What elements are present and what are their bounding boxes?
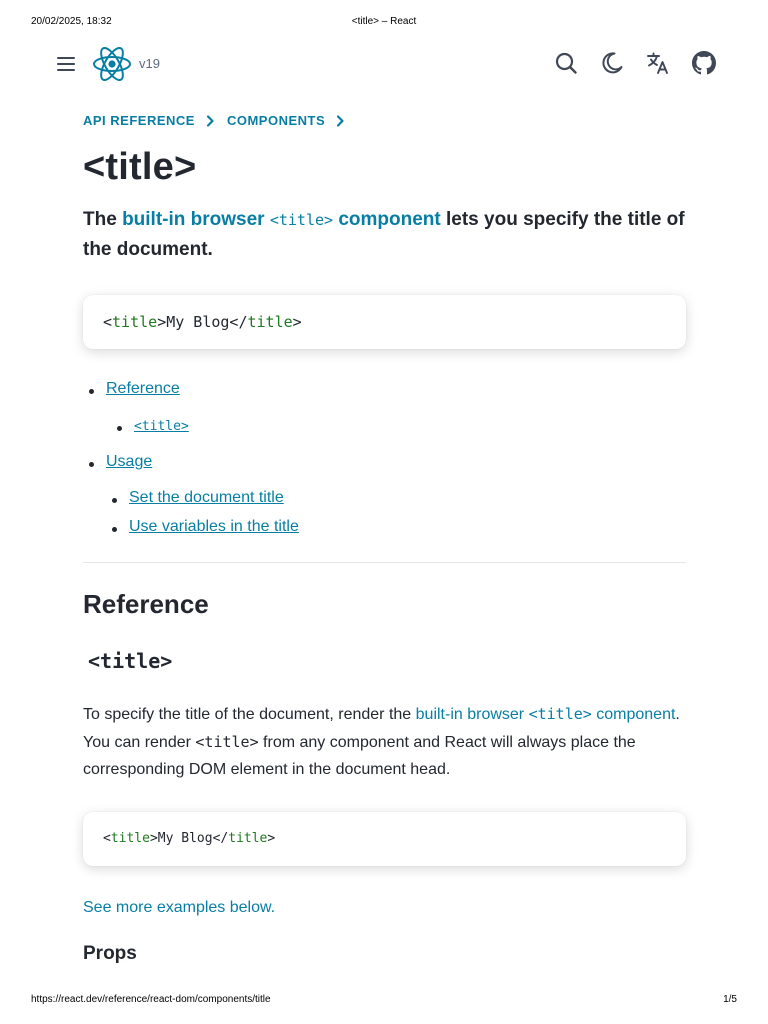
code-content: >My Blog</ (157, 313, 248, 331)
intro-link-text-1: built-in browser (122, 209, 265, 230)
intro-link-text-2: component (338, 209, 441, 230)
toc-link-set-document-title[interactable]: Set the document title (112, 489, 284, 507)
nav-icon-group (554, 51, 716, 77)
code-block[interactable]: <title>My Blog</title> (83, 812, 686, 866)
reference-text: To specify the title of the document, re… (83, 706, 416, 723)
title-subheading: <title> (88, 649, 173, 673)
toc-link-reference[interactable]: Reference (89, 380, 180, 398)
toc-link-use-variables[interactable]: Use variables in the title (112, 518, 299, 536)
translate-icon[interactable] (646, 51, 670, 75)
breadcrumb-api-reference[interactable]: API REFERENCE (83, 113, 195, 128)
reference-paragraph: To specify the title of the document, re… (83, 701, 693, 784)
print-url: https://react.dev/reference/react-dom/co… (31, 994, 271, 1005)
code-tag-name: title (247, 313, 293, 331)
code-tag-name: title (110, 831, 150, 846)
code-line: <title>My Blog</title> (83, 295, 686, 349)
version-label[interactable]: v19 (139, 56, 160, 71)
chevron-right-icon (337, 114, 344, 127)
code-line: <title>My Blog</title> (83, 812, 686, 866)
toc-link-usage[interactable]: Usage (88, 453, 152, 471)
page-title: <title> (83, 146, 197, 188)
code-bracket: < (103, 831, 111, 846)
intro-link-builtin-title[interactable]: built-in browser <title> component (122, 209, 441, 230)
code-tag-name: title (112, 313, 158, 331)
inline-code: <title> (195, 732, 259, 751)
intro-link-code: <title> (269, 211, 334, 229)
reference-link-builtin-title[interactable]: built-in browser <title> component (415, 705, 676, 723)
intro-paragraph: The built-in browser <title> component l… (83, 205, 693, 265)
code-bracket: > (267, 831, 276, 846)
code-bracket: > (292, 313, 302, 331)
menu-icon[interactable] (55, 54, 77, 74)
reference-link-code: <title> (528, 705, 592, 723)
reference-link-text-1: built-in browser (415, 706, 525, 723)
see-more-examples-link[interactable]: See more examples below. (83, 899, 275, 917)
print-doc-title: <title> – React (351, 16, 417, 27)
section-divider (83, 562, 686, 563)
code-tag-name: title (228, 831, 268, 846)
reference-link-text-2: component (596, 706, 676, 723)
print-footer: https://react.dev/reference/react-dom/co… (31, 994, 737, 1008)
breadcrumb: API REFERENCE COMPONENTS (83, 113, 357, 128)
print-page-number: 1/5 (723, 994, 737, 1005)
moon-icon[interactable] (600, 51, 624, 75)
code-bracket: < (103, 313, 113, 331)
react-logo-icon[interactable] (92, 45, 132, 83)
toc-link-title-code: <title> (134, 419, 189, 434)
reference-heading: Reference (83, 589, 209, 619)
toc-link-title-component[interactable]: <title> (117, 417, 189, 435)
print-header: 20/02/2025, 18:32 <title> – React (31, 16, 737, 30)
breadcrumb-components[interactable]: COMPONENTS (227, 113, 325, 128)
intro-prefix: The (83, 209, 123, 230)
code-content: >My Blog</ (149, 831, 229, 846)
code-block[interactable]: <title>My Blog</title> (83, 295, 686, 349)
search-icon[interactable] (554, 51, 578, 75)
top-navigation: v19 (55, 42, 716, 86)
chevron-right-icon (206, 114, 214, 127)
props-heading: Props (83, 943, 137, 964)
github-icon[interactable] (692, 51, 716, 75)
